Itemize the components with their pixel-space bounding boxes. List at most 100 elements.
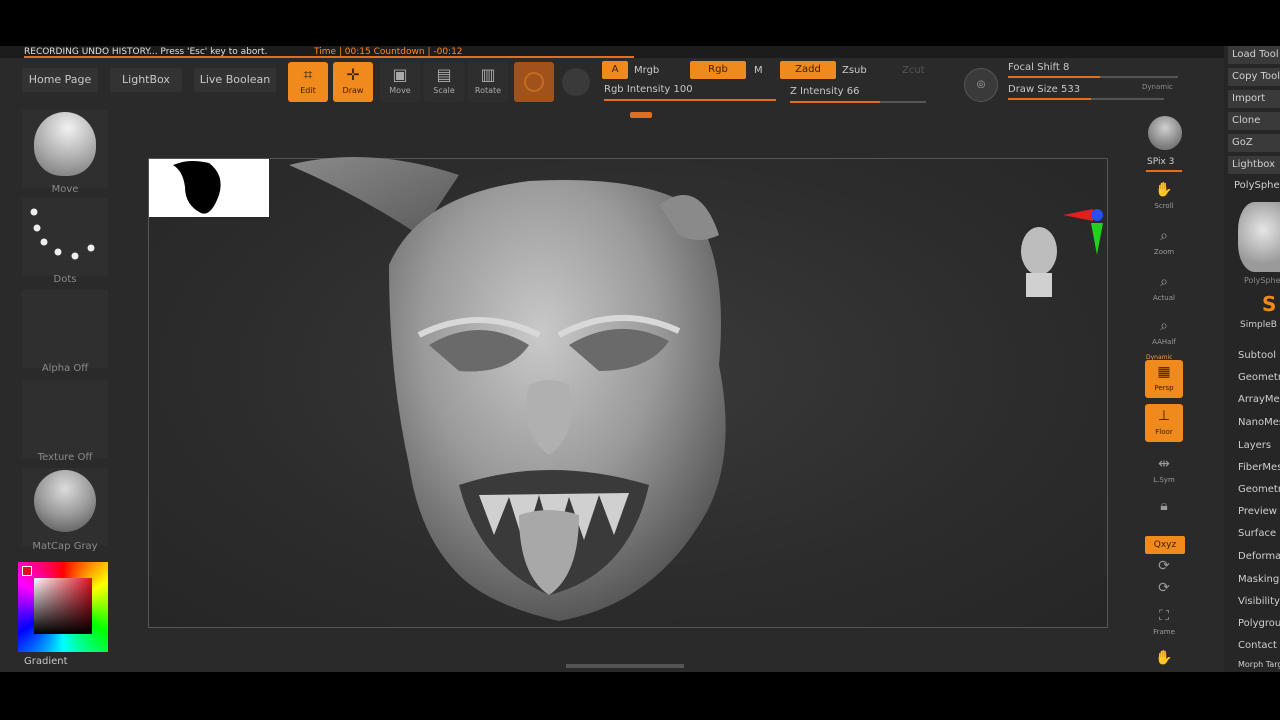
actual-button[interactable]: ⌕ Actual — [1145, 270, 1183, 308]
draw-tool-label: Draw — [342, 86, 364, 95]
rotate-tool-label: Rotate — [474, 86, 502, 95]
edit-tool-button[interactable]: ⌗ Edit — [288, 62, 328, 102]
rotate-icon: ▥ — [480, 65, 496, 84]
arraymesh-section[interactable]: ArrayMesh — [1238, 394, 1280, 405]
dynamic-toggle[interactable]: Dynamic — [1142, 83, 1173, 91]
live-boolean-button[interactable]: Live Boolean — [194, 68, 276, 92]
polygroups-section[interactable]: Polygroups — [1238, 618, 1280, 629]
mask-preview — [149, 159, 269, 217]
floor-label: Floor — [1155, 428, 1173, 436]
z-intensity-fill — [790, 101, 880, 103]
color-picker-square[interactable] — [34, 578, 92, 634]
focal-shift-slider[interactable] — [1008, 76, 1178, 78]
material-label: MatCap Gray — [32, 541, 98, 552]
stroke-slot[interactable] — [22, 198, 108, 276]
rotate-tool-button[interactable]: ▥ Rotate — [468, 62, 508, 102]
material-circle-icon — [524, 72, 544, 92]
rotate-z-button[interactable]: ⟳ — [1145, 576, 1183, 596]
rgb-intensity-slider[interactable] — [604, 99, 776, 101]
goz-button[interactable]: GoZ — [1228, 134, 1280, 152]
spiral-icon[interactable] — [562, 68, 590, 96]
lock-icon: 🔒︎ — [1160, 498, 1168, 514]
load-tool-button[interactable]: Load Tool — [1228, 46, 1280, 64]
scroll-button[interactable]: ✋ Scroll — [1145, 178, 1183, 216]
floor-button[interactable]: ⊥ Floor — [1145, 404, 1183, 442]
simple-brush-icon[interactable]: S — [1262, 292, 1276, 316]
render-preview-icon[interactable] — [1148, 116, 1182, 150]
document-canvas[interactable] — [148, 157, 1108, 628]
morph-target-section[interactable]: Morph Target — [1238, 660, 1280, 669]
persp-button[interactable]: ▦ Persp — [1145, 360, 1183, 398]
zoom-label: Zoom — [1153, 248, 1175, 256]
alpha-slot[interactable] — [22, 290, 108, 368]
surface-section[interactable]: Surface — [1238, 528, 1276, 539]
draw-size-slider[interactable] — [1008, 98, 1164, 100]
copy-tool-button[interactable]: Copy Tool — [1228, 68, 1280, 86]
scale-icon: ▤ — [436, 65, 452, 84]
spix-slider[interactable] — [1146, 170, 1182, 172]
texture-slot[interactable] — [22, 380, 108, 458]
geometry-hd-section[interactable]: Geometry HD — [1238, 484, 1280, 495]
scale-tool-button[interactable]: ▤ Scale — [424, 62, 464, 102]
masking-section[interactable]: Masking — [1238, 574, 1279, 585]
lightbox-button[interactable]: LightBox — [110, 68, 182, 92]
fibermesh-section[interactable]: FiberMesh — [1238, 462, 1280, 473]
scroll-icon: ✋ — [1155, 182, 1173, 198]
edit-icon: ⌗ — [303, 65, 313, 84]
visibility-section[interactable]: Visibility — [1238, 596, 1280, 607]
layers-section[interactable]: Layers — [1238, 440, 1271, 451]
zadd-toggle[interactable]: Zadd — [780, 61, 836, 79]
move-view-button[interactable]: ✋ — [1145, 646, 1183, 670]
rotate-y-icon: ⟳ — [1158, 558, 1170, 574]
a-toggle[interactable]: A — [602, 61, 628, 79]
rgb-toggle[interactable]: Rgb — [690, 61, 746, 79]
mask-silhouette — [173, 161, 221, 214]
zcut-toggle[interactable]: Zcut — [902, 65, 925, 76]
contact-section[interactable]: Contact — [1238, 640, 1277, 651]
clone-button[interactable]: Clone — [1228, 112, 1280, 130]
m-toggle[interactable]: M — [754, 65, 763, 76]
preview-section[interactable]: Preview — [1238, 506, 1277, 517]
z-intensity-slider[interactable] — [790, 101, 926, 103]
move-tool-button[interactable]: ▣ Move — [380, 62, 420, 102]
nanomesh-section[interactable]: NanoMesh — [1238, 417, 1280, 428]
material-slot[interactable] — [22, 468, 108, 546]
recording-progress — [24, 56, 634, 58]
main-color-swatch[interactable] — [22, 566, 32, 576]
home-page-button[interactable]: Home Page — [22, 68, 98, 92]
xyz-button[interactable]: Qxyz — [1145, 536, 1185, 554]
geometry-section[interactable]: Geometry — [1238, 372, 1280, 383]
axis-gizmo-icon[interactable] — [1059, 203, 1105, 259]
draw-size-fill — [1008, 98, 1091, 100]
brush-slot[interactable] — [22, 110, 108, 188]
top-shelf-handle[interactable] — [630, 112, 652, 118]
zsub-toggle[interactable]: Zsub — [842, 65, 867, 76]
import-button[interactable]: Import — [1228, 90, 1280, 108]
sculpt-head-model[interactable] — [279, 135, 759, 629]
rotate-y-button[interactable]: ⟳ — [1145, 554, 1183, 574]
subtool-section[interactable]: Subtool — [1238, 350, 1276, 361]
deformation-section[interactable]: Deformation — [1238, 551, 1280, 562]
frame-icon: ⛶ — [1159, 608, 1169, 624]
aahalf-button[interactable]: ⌕ AAHalf — [1145, 314, 1183, 352]
mrgb-toggle[interactable]: Mrgb — [634, 65, 659, 76]
draw-size-lock-icon[interactable]: ◎ — [964, 68, 998, 102]
lock-button[interactable]: 🔒︎ — [1145, 494, 1183, 532]
simple-brush-label: SimpleB — [1240, 320, 1277, 330]
color-picker[interactable] — [18, 562, 108, 652]
spix-label[interactable]: SPix 3 — [1147, 157, 1174, 167]
texture-label: Texture Off — [37, 452, 93, 463]
frame-button[interactable]: ⛶ Frame — [1145, 604, 1183, 642]
aahalf-icon: ⌕ — [1160, 318, 1168, 334]
z-intensity-label: Z Intensity 66 — [790, 86, 860, 97]
persp-icon: ▦ — [1157, 364, 1171, 380]
lsym-button[interactable]: ⇹ L.Sym — [1145, 452, 1183, 490]
zoom-button[interactable]: ⌕ Zoom — [1145, 224, 1183, 262]
draw-icon: ✛ — [346, 65, 360, 84]
material-swatch-button[interactable] — [514, 62, 554, 102]
lsym-label: L.Sym — [1153, 476, 1175, 484]
bottom-shelf-handle[interactable] — [566, 664, 684, 668]
lightbox-tools-button[interactable]: Lightbox — [1228, 156, 1280, 174]
tool-thumbnail[interactable] — [1238, 202, 1280, 272]
draw-tool-button[interactable]: ✛ Draw — [333, 62, 373, 102]
